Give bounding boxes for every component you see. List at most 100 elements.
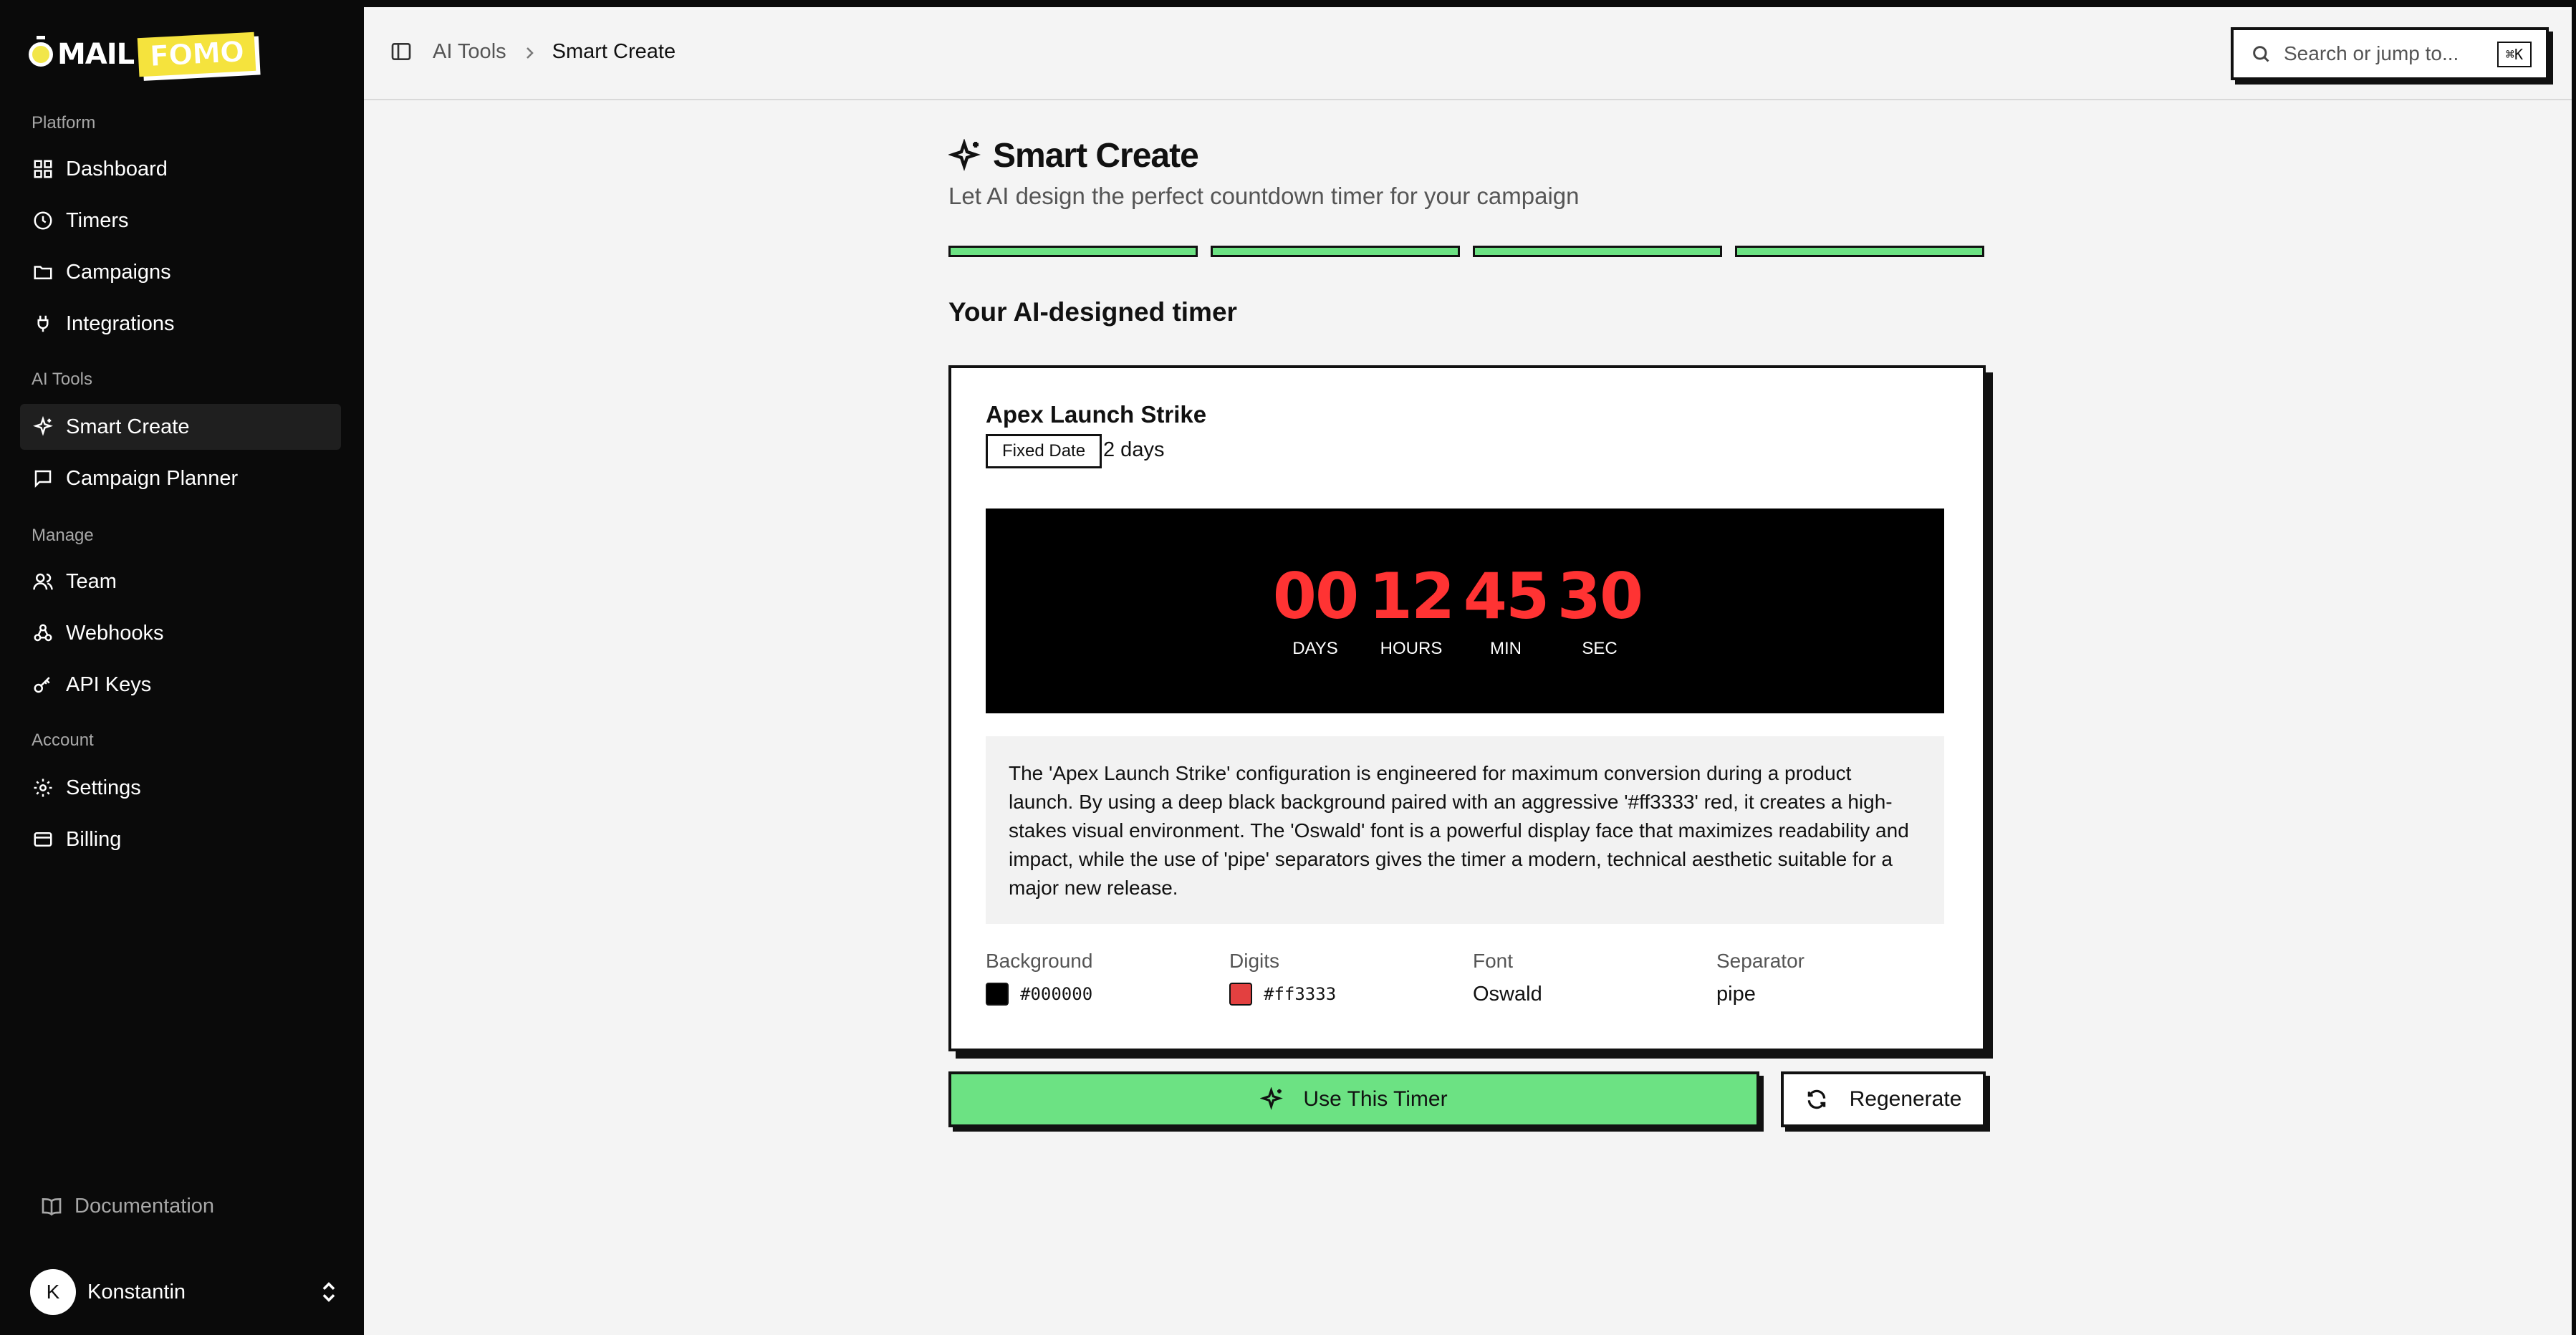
logo-mail: MAIL xyxy=(57,38,135,71)
sidebar-item-billing[interactable]: Billing xyxy=(20,816,341,862)
nav-section-ai-tools: AI Tools xyxy=(32,370,92,389)
documentation-link[interactable]: Documentation xyxy=(40,1195,214,1218)
chevron-right-icon xyxy=(522,44,537,61)
sparkle-icon xyxy=(948,138,981,171)
timer-duration: 2 days xyxy=(1103,438,1165,461)
logo-timer-icon xyxy=(29,36,53,67)
sidebar-item-team[interactable]: Team xyxy=(20,559,341,604)
sidebar-item-api-keys[interactable]: API Keys xyxy=(20,662,341,708)
timer-unit-hours: 12 HOURS xyxy=(1368,559,1455,659)
progress-step xyxy=(948,246,1198,257)
timer-card: Apex Launch Strike Fixed Date 2 days 00 … xyxy=(948,365,1986,1051)
sparkle-icon xyxy=(1260,1087,1284,1110)
sparkle-icon xyxy=(32,415,54,438)
logo-fomo: FOMO xyxy=(137,32,256,77)
sidebar-toggle-icon[interactable] xyxy=(390,40,413,63)
breadcrumb-smart-create: Smart Create xyxy=(552,40,676,63)
credit-card-icon xyxy=(32,828,54,851)
timer-unit-label: HOURS xyxy=(1380,639,1443,658)
avatar: K xyxy=(30,1269,76,1315)
sidebar: MAIL FOMO Platform Dashboard Timers Camp… xyxy=(0,0,363,1335)
prop-background: Background #000000 xyxy=(986,950,1229,1006)
regenerate-button[interactable]: Regenerate xyxy=(1781,1071,1986,1127)
chevrons-up-down-icon xyxy=(319,1280,338,1304)
timer-unit-sec: 30 SEC xyxy=(1557,564,1643,659)
sidebar-item-webhooks[interactable]: Webhooks xyxy=(20,610,341,656)
prop-value: Oswald xyxy=(1473,983,1542,1006)
progress-step xyxy=(1735,246,1984,257)
refresh-icon xyxy=(1807,1089,1825,1109)
progress-step xyxy=(1211,246,1460,257)
message-icon xyxy=(32,467,54,490)
nav-section-platform: Platform xyxy=(32,113,96,132)
prop-label: Separator xyxy=(1716,950,1804,972)
timer-unit-days: 00 DAYS xyxy=(1272,559,1359,659)
sidebar-item-dashboard[interactable]: Dashboard xyxy=(20,146,341,192)
sidebar-item-label: API Keys xyxy=(66,673,152,696)
sidebar-item-label: Campaign Planner xyxy=(66,466,239,490)
timer-digits: 00 xyxy=(1272,559,1359,633)
users-icon xyxy=(32,570,54,593)
grid-icon xyxy=(32,158,54,180)
nav-section-account: Account xyxy=(32,731,94,750)
prop-digits: Digits #ff3333 xyxy=(1229,950,1473,1006)
webhook-icon xyxy=(32,622,54,645)
gear-icon xyxy=(32,776,54,799)
search-icon xyxy=(2253,46,2269,62)
prop-value: #ff3333 xyxy=(1264,984,1337,1004)
timer-unit-label: MIN xyxy=(1490,639,1522,658)
use-timer-button[interactable]: Use This Timer xyxy=(948,1071,1759,1127)
user-name: Konstantin xyxy=(87,1280,186,1303)
sidebar-item-timers[interactable]: Timers xyxy=(20,198,341,244)
prop-separator: Separator pipe xyxy=(1716,950,1960,1006)
sidebar-item-integrations[interactable]: Integrations xyxy=(20,301,341,347)
logo[interactable]: MAIL FOMO xyxy=(29,26,256,83)
clock-icon xyxy=(32,209,54,232)
sidebar-item-label: Dashboard xyxy=(66,157,168,180)
smart-create-content: Smart Create Let AI design the perfect c… xyxy=(948,136,1986,1127)
sidebar-item-label: Webhooks xyxy=(66,621,164,645)
search-placeholder: Search or jump to... xyxy=(2284,42,2459,64)
documentation-label: Documentation xyxy=(75,1195,215,1218)
timer-digits: 45 xyxy=(1463,559,1549,633)
prop-value: pipe xyxy=(1716,983,1756,1006)
timer-name: Apex Launch Strike xyxy=(986,401,1207,428)
sidebar-item-label: Timers xyxy=(66,208,129,232)
main-panel: AI Tools Smart Create Search or jump to.… xyxy=(364,7,2572,1335)
app-window: MAIL FOMO Platform Dashboard Timers Camp… xyxy=(0,0,2576,1335)
timer-properties: Background #000000 Digits #ff3333 Font O… xyxy=(986,950,1960,1006)
sidebar-item-smart-create[interactable]: Smart Create xyxy=(20,404,341,450)
sidebar-item-settings[interactable]: Settings xyxy=(20,765,341,811)
page-subtitle: Let AI design the perfect countdown time… xyxy=(948,183,1580,209)
search-shortcut: ⌘K xyxy=(2496,42,2532,67)
breadcrumb: AI Tools Smart Create xyxy=(433,40,676,64)
user-menu[interactable]: K Konstantin xyxy=(30,1268,338,1316)
sidebar-item-label: Team xyxy=(66,569,117,593)
folder-icon xyxy=(32,261,54,284)
sidebar-item-campaign-planner[interactable]: Campaign Planner xyxy=(20,456,341,501)
timer-unit-label: DAYS xyxy=(1292,639,1338,658)
sidebar-item-label: Campaigns xyxy=(66,260,171,284)
search-input[interactable]: Search or jump to... ⌘K xyxy=(2231,27,2549,80)
timer-description: The 'Apex Launch Strike' configuration i… xyxy=(986,736,1944,924)
timer-preview: 00 DAYS 12 HOURS 45 MIN 30 SEC xyxy=(986,509,1944,713)
prop-label: Font xyxy=(1473,950,1514,972)
timer-digits: 30 xyxy=(1557,559,1643,633)
timer-digits: 12 xyxy=(1368,559,1455,633)
prop-label: Background xyxy=(986,950,1093,972)
progress-steps xyxy=(948,246,1986,257)
sidebar-item-campaigns[interactable]: Campaigns xyxy=(20,249,341,295)
use-timer-label: Use This Timer xyxy=(1303,1087,1448,1111)
sidebar-item-label: Settings xyxy=(66,776,141,799)
book-icon xyxy=(42,1197,62,1216)
nav-section-manage: Manage xyxy=(32,526,94,545)
section-title: Your AI-designed timer xyxy=(948,297,1237,327)
progress-step xyxy=(1473,246,1722,257)
page-title: Smart Create xyxy=(993,137,1199,175)
color-swatch xyxy=(1229,983,1252,1006)
sidebar-item-label: Integrations xyxy=(66,312,175,335)
prop-font: Font Oswald xyxy=(1473,950,1716,1006)
topbar: AI Tools Smart Create Search or jump to.… xyxy=(364,7,2572,100)
color-swatch xyxy=(986,983,1009,1006)
breadcrumb-ai-tools[interactable]: AI Tools xyxy=(433,40,506,64)
